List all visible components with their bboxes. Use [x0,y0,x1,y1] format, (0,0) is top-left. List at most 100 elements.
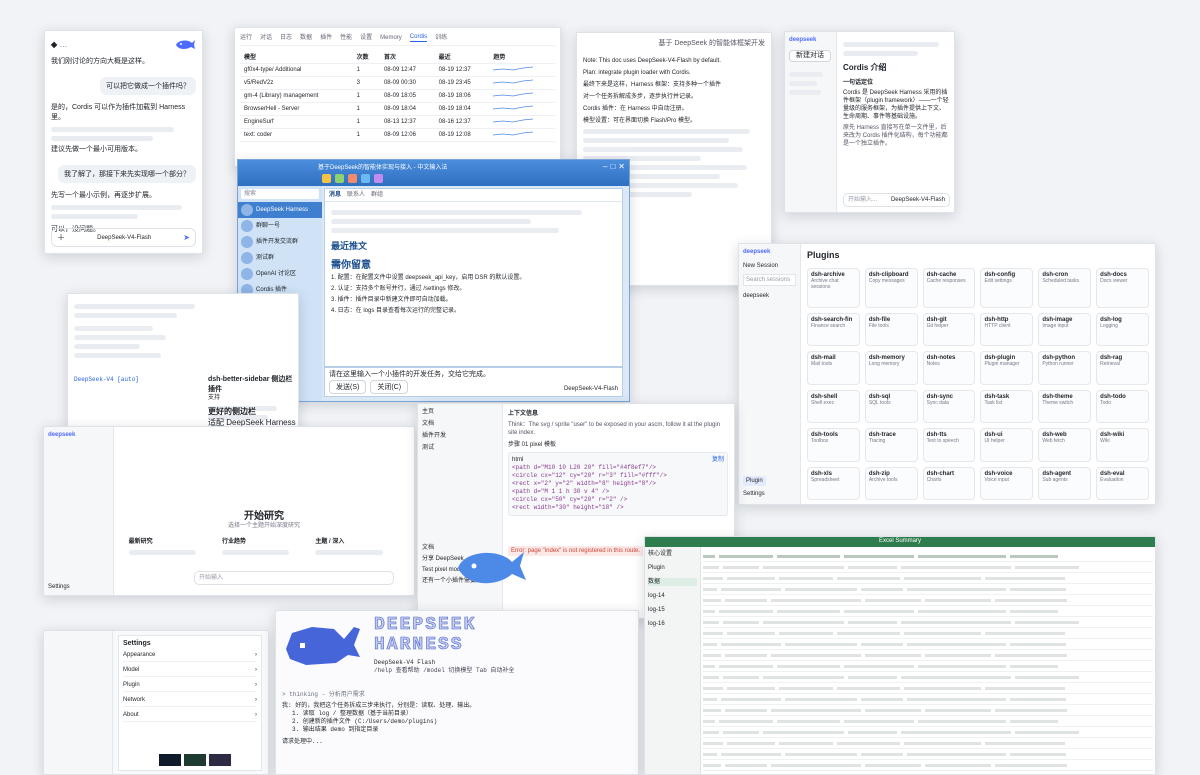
plugin-card[interactable]: dsh-search-fin Finance search [807,312,860,346]
plugin-card[interactable]: dsh-agent Sub agents [1038,466,1092,500]
table-row[interactable]: gf0x4-type/ Additional 1 08-09 12:47 08-19 … [240,63,555,77]
sheet-cell[interactable] [703,719,715,723]
sidebar-item[interactable]: 文档 [422,420,498,428]
settings-row[interactable]: Plugin › [123,679,257,692]
plugin-card[interactable]: dsh-log Logging [1096,312,1149,346]
sheet-cell[interactable] [904,631,981,635]
theme-swatch[interactable] [209,754,231,766]
sheet-cell[interactable] [918,664,1006,668]
maximize-icon[interactable]: □ [610,162,615,171]
plugin-card[interactable]: dsh-cache Cache responses [922,268,976,308]
sheet-cell[interactable] [995,653,1067,657]
sheet-cell[interactable] [865,653,921,657]
sheet-cell[interactable] [837,686,900,690]
sheet-cell[interactable] [901,620,1011,624]
sheet-cell[interactable] [904,741,981,745]
sheet-cell[interactable] [1010,554,1058,558]
plus-icon[interactable]: ＋ [57,232,65,243]
tab-3[interactable]: 数据 [300,34,312,42]
plugin-card[interactable]: dsh-docs Docs viewer [1096,268,1149,308]
plugin-card[interactable]: dsh-trace Tracing [864,428,918,462]
sheet-cell[interactable] [725,598,767,602]
plugin-card[interactable]: dsh-http HTTP client [980,312,1034,346]
plugin-card[interactable]: dsh-clipboard Copy messages [864,268,918,308]
sheet-cell[interactable] [703,752,717,756]
sheet-cell[interactable] [771,598,861,602]
sheet-cell[interactable] [901,730,1011,734]
plugin-card[interactable]: dsh-task Task list [980,389,1034,423]
sheet-cell[interactable] [861,587,903,591]
plugin-card[interactable]: dsh-xls Spreadsheet [807,466,860,500]
sheet-cell[interactable] [763,565,844,569]
sheet-cell[interactable] [918,719,1006,723]
sheet-cell[interactable] [719,609,773,613]
sheet-cell[interactable] [703,653,721,657]
sheet-tab[interactable]: 数据 [648,578,697,586]
research-option[interactable]: 最新研究 [128,538,213,559]
plugin-card[interactable]: dsh-git Git helper [922,312,976,346]
sheet-cell[interactable] [1010,642,1066,646]
plugin-card[interactable]: dsh-archive Archive chat sessions [807,268,860,308]
model-select[interactable]: DeepSeek-V4-Flash [564,385,618,393]
sheet-cell[interactable] [844,554,914,558]
plugin-card[interactable]: dsh-theme Theme switch [1038,389,1092,423]
sheet-cell[interactable] [785,642,857,646]
sheet-cell[interactable] [904,576,981,580]
copy-button[interactable]: 复制 [712,456,724,464]
sheet-cell[interactable] [777,554,840,558]
sheet-cell[interactable] [725,653,767,657]
sheet-cell[interactable] [1015,730,1079,734]
minimize-icon[interactable]: – [603,162,607,171]
sidebar-item[interactable]: deepseek [743,292,796,300]
sheet-cell[interactable] [727,686,775,690]
sheet-cell[interactable] [703,708,721,712]
plugin-card[interactable]: dsh-rag Retrieval [1096,351,1149,385]
sheet-cell[interactable] [918,554,1006,558]
chat-input[interactable]: 开始输入... [848,196,877,204]
table-row[interactable]: v5/RedV2z 3 08-09 00:30 08-19 23:45 [240,76,555,90]
sheet-cell[interactable] [848,675,897,679]
contact-item[interactable]: OpenAI 讨论区 [238,266,322,282]
sheet-cell[interactable] [985,576,1065,580]
plugin-card[interactable]: dsh-plugin Plugin manager [980,351,1034,385]
new-chat-button[interactable]: 新建对话 [789,50,831,62]
sheet-cell[interactable] [703,609,715,613]
plugin-card[interactable]: dsh-zip Archive tools [864,466,918,500]
sheet-cell[interactable] [703,697,717,701]
sheet-cell[interactable] [985,686,1065,690]
sheet-cell[interactable] [901,675,1011,679]
sheet-cell[interactable] [763,675,844,679]
sheet-cell[interactable] [925,708,991,712]
plugin-card[interactable]: dsh-tts Text to speech [922,428,976,462]
tab-9[interactable]: 训练 [435,34,447,42]
sheet-cell[interactable] [727,741,775,745]
sheet-cell[interactable] [723,675,759,679]
settings-row[interactable]: Model › [123,664,257,677]
sheet-cell[interactable] [925,763,991,767]
plugin-card[interactable]: dsh-ui UI helper [980,428,1034,462]
plugin-card[interactable]: dsh-mail Mail tools [807,351,860,385]
sidebar-search[interactable]: Search sessions [743,274,796,286]
plugin-card[interactable]: dsh-memory Long memory [864,351,918,385]
sheet-cell[interactable] [721,697,781,701]
sheet-cell[interactable] [1015,620,1079,624]
sidebar-item-plugin[interactable]: Plugin [743,476,766,486]
sheet-cell[interactable] [985,741,1065,745]
sheet-cell[interactable] [777,664,840,668]
tab-5[interactable]: 性能 [340,34,352,42]
sheet-tab[interactable]: 核心设置 [648,550,697,558]
sheet-cell[interactable] [844,664,914,668]
sheet-cell[interactable] [703,741,723,745]
sheet-cell[interactable] [865,598,921,602]
sheet-cell[interactable] [703,554,715,558]
sheet-cell[interactable] [703,576,723,580]
plugin-card[interactable]: dsh-eval Evaluation [1096,466,1149,500]
contact-item[interactable]: DeepSeek Harness [238,202,322,218]
model-select[interactable]: DeepSeek-V4-Flash [97,234,151,242]
settings-row[interactable]: Network › [123,694,257,707]
sheet-cell[interactable] [725,763,767,767]
tab-2[interactable]: 日志 [280,34,292,42]
sidebar-item[interactable]: 插件开发 [422,432,498,440]
sheet-tab[interactable]: Plugin [648,564,697,572]
plugin-card[interactable]: dsh-tools Toolbox [807,428,860,462]
